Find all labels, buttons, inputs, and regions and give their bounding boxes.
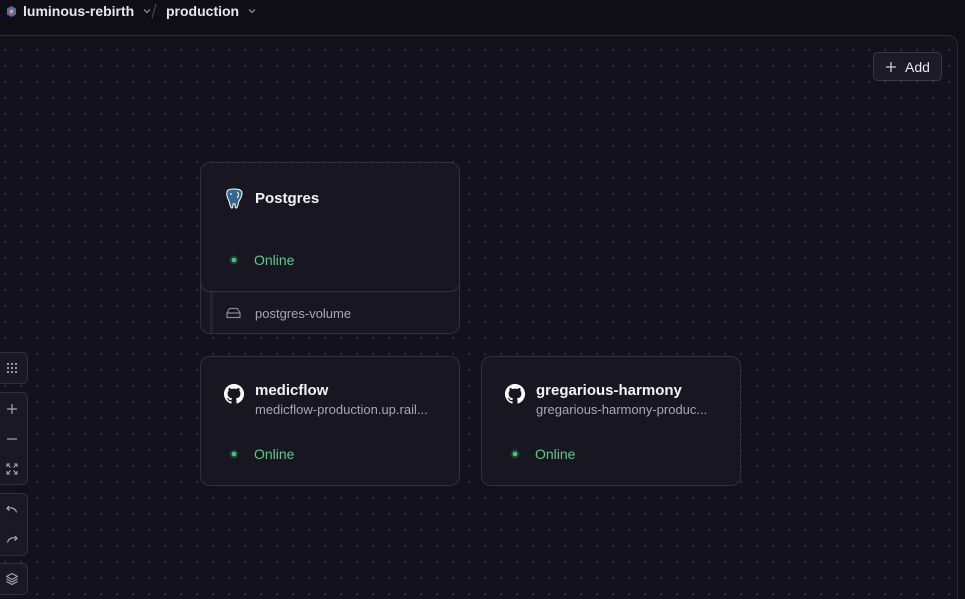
service-url[interactable]: gregarious-harmony-produc...	[536, 402, 707, 417]
plus-icon	[886, 61, 897, 72]
history-controls	[0, 493, 28, 556]
service-card-postgres[interactable]: Postgres Online	[200, 162, 460, 292]
zoom-controls	[0, 392, 28, 485]
project-logo-icon	[7, 5, 16, 17]
top-bar: luminous-rebirth production	[0, 0, 965, 22]
status-label: Online	[254, 446, 295, 462]
service-name: Postgres	[255, 190, 320, 207]
grid-icon	[6, 362, 18, 374]
breadcrumb-separator	[151, 3, 157, 19]
environment-switcher[interactable]: production	[166, 0, 257, 22]
status-online-icon	[229, 255, 239, 265]
status-label: Online	[254, 252, 295, 268]
service-status: Online	[229, 252, 294, 268]
volume-connector	[210, 292, 213, 333]
fit-view-button[interactable]	[0, 454, 29, 484]
chevron-down-icon	[248, 9, 256, 14]
grid-toggle-group	[0, 352, 28, 384]
add-button-label: Add	[905, 58, 930, 75]
hard-drive-icon	[226, 307, 241, 319]
service-url[interactable]: medicflow-production.up.rail...	[255, 402, 428, 417]
postgres-elephant-icon	[226, 188, 243, 209]
service-status: Online	[229, 446, 294, 462]
undo-button[interactable]	[0, 495, 29, 525]
service-name: gregarious-harmony	[536, 382, 682, 399]
zoom-in-icon	[7, 404, 17, 414]
environment-name: production	[166, 3, 240, 19]
service-card-gregarious-harmony[interactable]: gregarious-harmony gregarious-harmony-pr…	[481, 356, 741, 486]
service-name: medicflow	[255, 382, 329, 399]
status-label: Online	[535, 446, 576, 462]
github-icon	[504, 383, 526, 404]
service-card-medicflow[interactable]: medicflow medicflow-production.up.rail..…	[200, 356, 460, 486]
zoom-in-button[interactable]	[0, 394, 29, 424]
redo-icon	[6, 535, 18, 543]
github-icon	[223, 383, 245, 404]
zoom-out-button[interactable]	[0, 424, 29, 454]
fit-view-icon	[6, 463, 18, 475]
project-canvas[interactable]	[0, 35, 958, 599]
grid-toggle-button[interactable]	[0, 353, 29, 383]
status-online-icon	[510, 449, 520, 459]
undo-icon	[6, 505, 18, 513]
project-switcher[interactable]: luminous-rebirth	[5, 0, 152, 22]
redo-button[interactable]	[0, 525, 29, 555]
add-service-button[interactable]: Add	[873, 52, 942, 81]
layers-button[interactable]	[0, 564, 29, 594]
status-online-icon	[229, 449, 239, 459]
volume-name: postgres-volume	[255, 306, 352, 321]
project-name: luminous-rebirth	[23, 3, 135, 19]
layers-group	[0, 563, 28, 595]
service-status: Online	[510, 446, 575, 462]
zoom-out-icon	[7, 438, 17, 440]
layers-icon	[5, 572, 19, 586]
